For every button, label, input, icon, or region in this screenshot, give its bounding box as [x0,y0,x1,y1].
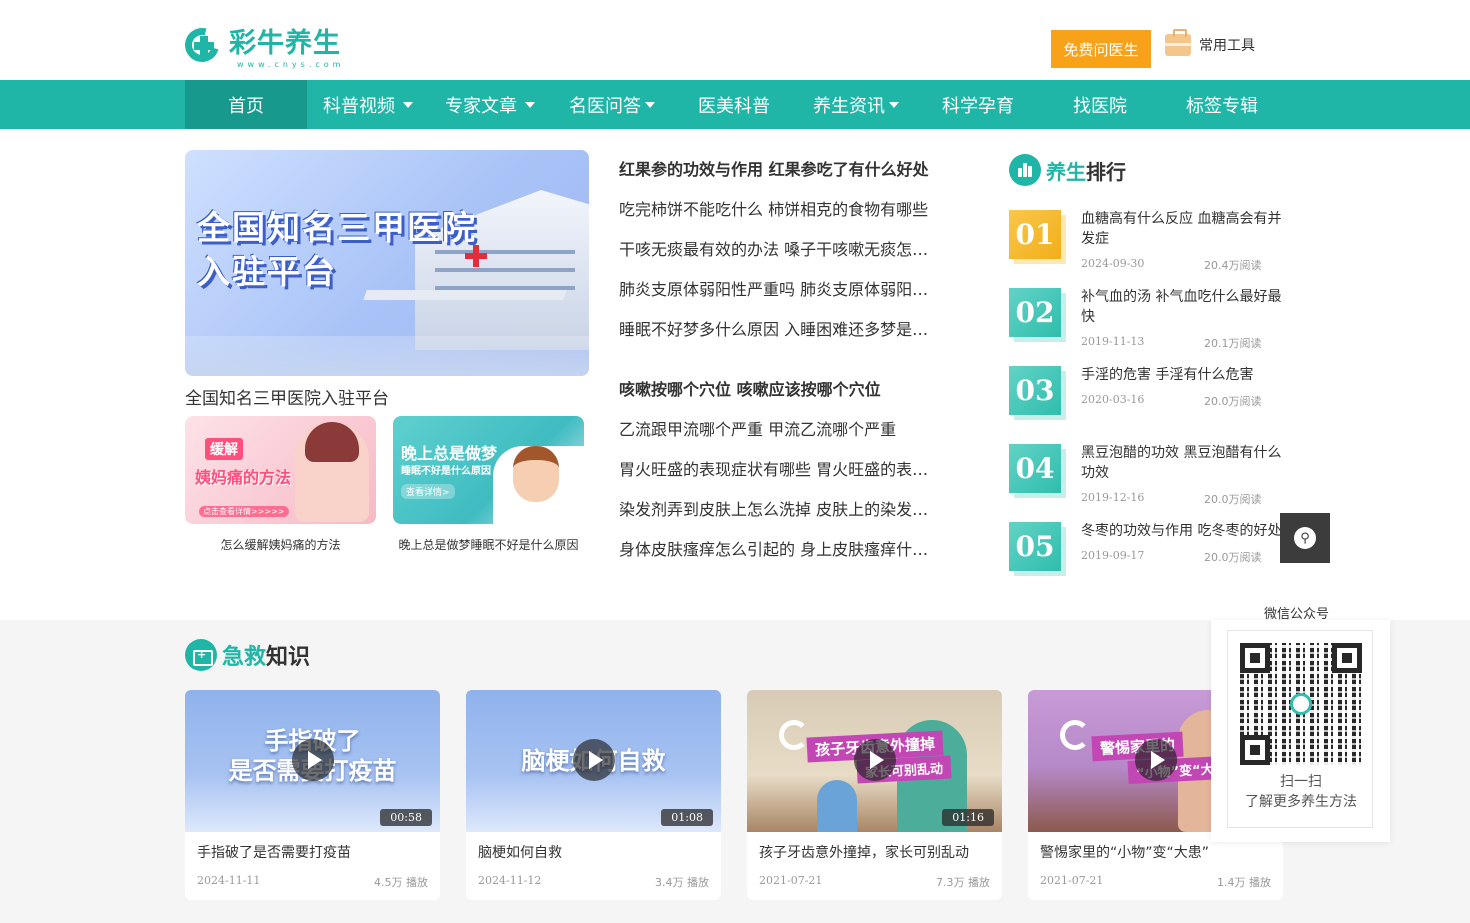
qr-desc-text: 了解更多养生方法 [1245,794,1357,810]
nav-item-videos[interactable]: 科普视频 [307,80,429,129]
video-duration: 00:58 [380,809,432,826]
thumb-caption[interactable]: 晚上总是做梦睡眠不好是什么原因 [393,536,584,553]
nav-item-find-hospital[interactable]: 找医院 [1039,80,1161,129]
article-link[interactable]: 睡眠不好梦多什么原因 入睡困难还多梦是什么原因 [619,319,944,341]
link-icon: ⚲ [1294,527,1316,549]
chevron-down-icon [525,101,535,108]
video-thumbnail[interactable]: 脑梗如何自救 01:08 [466,690,721,832]
video-plays: 3.4万 播放 [655,876,709,889]
video-title[interactable]: 孩子牙齿意外撞掉，家长可别乱动 [759,842,994,862]
rank-title[interactable]: 手淫的危害 手淫有什么危害 [1081,365,1286,385]
nav-item-pregnancy[interactable]: 科学孕育 [917,80,1039,129]
video-title[interactable]: 手指破了是否需要打疫苗 [197,842,432,862]
video-title[interactable]: 脑梗如何自救 [478,842,713,862]
video-title[interactable]: 警惕家里的“小物”变“大患” [1040,842,1275,862]
ranking-header: 养生排行 [1009,154,1126,186]
video-duration: 01:16 [942,809,994,826]
chevron-down-icon [889,101,899,108]
nav-item-tags[interactable]: 标签专辑 [1161,80,1283,129]
chevron-down-icon [403,101,413,108]
rank-number: 03 [1009,366,1061,415]
rank-date: 2019-09-17 [1081,549,1145,562]
video-card[interactable]: 孩子牙齿意外撞掉 家长可别乱动 01:16 孩子牙齿意外撞掉，家长可别乱动 20… [747,690,1002,900]
chevron-down-icon [645,101,655,108]
rank-date: 2024-09-30 [1081,257,1145,270]
article-link[interactable]: 染发剂弄到皮肤上怎么洗掉 皮肤上的染发剂怎么去除 [619,499,944,521]
video-card[interactable]: 手指破了 是否需要打疫苗 00:58 手指破了是否需要打疫苗 2024-11-1… [185,690,440,900]
logo-url: www.cnys.com [237,60,345,69]
video-date: 2021-07-21 [1040,874,1104,887]
rank-number: 05 [1009,522,1061,571]
play-icon[interactable] [573,739,615,781]
qr-panel: 扫一扫 了解更多养生方法 [1211,620,1390,842]
ask-doctor-button[interactable]: 免费问医生 [1051,30,1151,68]
video-date: 2021-07-21 [759,874,823,887]
thumb-caption[interactable]: 怎么缓解姨妈痛的方法 [185,536,376,553]
rank-reads: 20.4万阅读 [1204,259,1262,272]
rank-reads: 20.0万阅读 [1204,493,1262,506]
article-link[interactable]: 红果参的功效与作用 红果参吃了有什么好处 [619,159,944,181]
banner-caption[interactable]: 全国知名三甲医院入驻平台 [185,384,389,409]
article-link[interactable]: 乙流跟甲流哪个严重 甲流乙流哪个严重 [619,419,944,441]
rank-number: 01 [1009,210,1061,259]
play-icon[interactable] [854,739,896,781]
video-duration: 01:08 [661,809,713,826]
video-card[interactable]: 脑梗如何自救 01:08 脑梗如何自救 2024-11-12 3.4万 播放 [466,690,721,900]
article-link[interactable]: 身体皮肤瘙痒怎么引起的 身上皮肤瘙痒什么原因 [619,539,944,561]
share-button[interactable]: ⚲ [1280,513,1330,563]
logo-cross-icon [178,21,226,69]
rank-title[interactable]: 黑豆泡醋的功效 黑豆泡醋有什么功效 [1081,443,1286,483]
rank-reads: 20.0万阅读 [1204,551,1262,564]
logo-icon [779,720,809,750]
qr-scan-text: 扫一扫 [1280,774,1322,790]
main-nav: 首页 科普视频 专家文章 名医问答 医美科普 养生资讯 科学孕育 找医院 标签专… [0,80,1470,129]
qr-code [1240,643,1362,765]
hero-banner[interactable]: 全国知名三甲医院 入驻平台 [185,150,589,376]
play-icon[interactable] [292,739,334,781]
rank-number: 02 [1009,288,1061,337]
video-plays: 4.5万 播放 [374,876,428,889]
nav-item-cosmetic[interactable]: 医美科普 [673,80,795,129]
nav-item-expert-articles[interactable]: 专家文章 [429,80,551,129]
nav-item-health-news[interactable]: 养生资讯 [795,80,917,129]
site-header: 彩牛养生 www.cnys.com 免费问医生 常用工具 [0,0,1470,80]
tools-label: 常用工具 [1199,38,1255,54]
article-link[interactable]: 咳嗽按哪个穴位 咳嗽应该按哪个穴位 [619,379,944,401]
rank-number: 04 [1009,444,1061,493]
rank-title[interactable]: 冬枣的功效与作用 吃冬枣的好处 [1081,521,1286,541]
nav-item-home[interactable]: 首页 [185,80,307,129]
rank-date: 2019-11-13 [1081,335,1145,348]
video-plays: 1.4万 播放 [1217,876,1271,889]
article-link[interactable]: 吃完柿饼不能吃什么 柿饼相克的食物有哪些 [619,199,944,221]
video-plays: 7.3万 播放 [936,876,990,889]
logo-icon [1290,693,1312,715]
thumb-dreaming[interactable]: 晚上总是做梦 睡眠不好是什么原因 查看详情> [393,416,584,524]
video-thumbnail[interactable]: 孩子牙齿意外撞掉 家长可别乱动 01:16 [747,690,1002,832]
rank-title[interactable]: 补气血的汤 补气血吃什么最好最快 [1081,287,1286,327]
article-link[interactable]: 肺炎支原体弱阳性严重吗 肺炎支原体弱阳会传染吗 [619,279,944,301]
first-aid-kit-icon [185,639,217,671]
play-icon[interactable] [1135,739,1177,781]
article-link[interactable]: 胃火旺盛的表现症状有哪些 胃火旺盛的表现症状 [619,459,944,481]
rank-date: 2020-03-16 [1081,393,1145,406]
first-aid-header: 急救知识 [185,639,310,671]
logo-name: 彩牛养生 [229,28,341,59]
video-date: 2024-11-12 [478,874,542,887]
rank-date: 2019-12-16 [1081,491,1145,504]
common-tools-link[interactable]: 常用工具 [1165,29,1255,56]
rank-title[interactable]: 血糖高有什么反应 血糖高会有并发症 [1081,209,1286,249]
rank-reads: 20.0万阅读 [1204,395,1262,408]
video-date: 2024-11-11 [197,874,261,887]
bar-chart-icon [1009,154,1041,186]
thumb-period-pain[interactable]: 缓解 姨妈痛的方法 点击查看详情>>>>> [185,416,376,524]
rank-reads: 20.1万阅读 [1204,337,1262,350]
video-thumbnail[interactable]: 手指破了 是否需要打疫苗 00:58 [185,690,440,832]
banner-image-text: 全国知名三甲医院 入驻平台 [197,208,477,291]
site-logo[interactable]: 彩牛养生 www.cnys.com [178,21,345,70]
nav-item-doctor-qa[interactable]: 名医问答 [551,80,673,129]
briefcase-icon [1165,29,1191,56]
logo-icon [1060,720,1090,750]
article-link[interactable]: 干咳无痰最有效的办法 嗓子干咳嗽无痰怎么办 [619,239,944,261]
